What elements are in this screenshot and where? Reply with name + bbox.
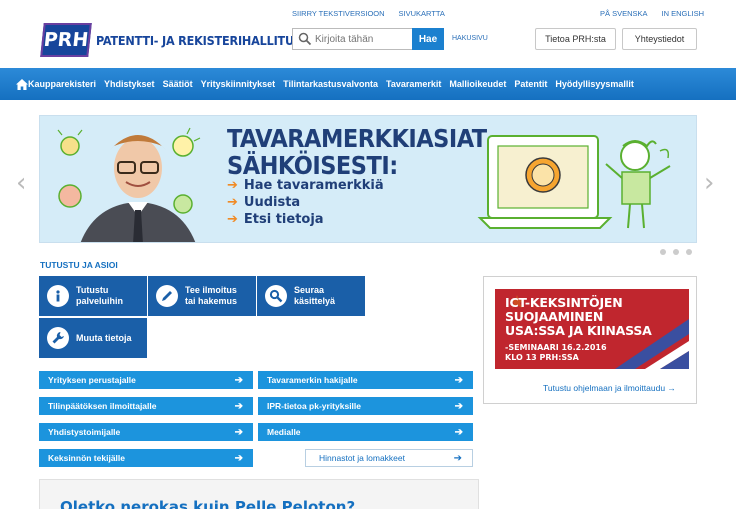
nav-item-hyodyllisyysmallit[interactable]: Hyödyllisyysmallit <box>555 79 634 89</box>
tile-other-info[interactable]: Muuta tietoja <box>39 318 147 358</box>
text-version-link[interactable]: SIIRRY TEKSTIVERSIOON <box>292 9 385 18</box>
pencil-icon <box>156 285 178 307</box>
main-nav: Kaupparekisteri Yhdistykset Säätiöt Yrit… <box>0 68 736 100</box>
arrow-right-icon: ➔ <box>454 426 463 438</box>
carousel-banner[interactable]: TAVARAMERKKIASIAT SÄHKÖISESTI: ➔ Hae tava… <box>39 115 697 243</box>
link-media[interactable]: Medialle ➔ <box>258 423 473 441</box>
carousel-dot[interactable] <box>686 249 692 255</box>
link-trademark-applicant[interactable]: Tavaramerkin hakijalle ➔ <box>258 371 473 389</box>
nav-item-yhdistykset[interactable]: Yhdistykset <box>104 79 155 89</box>
arrow-right-icon: ➔ <box>234 374 243 386</box>
wrench-icon <box>47 327 69 349</box>
carousel-dot[interactable] <box>660 249 666 255</box>
bar-label: Yhdistystoimijalle <box>48 427 121 437</box>
logo-text: PATENTTI- JA REKISTERIHALLITUS <box>96 32 302 48</box>
nav-item-tavaramerkit[interactable]: Tavaramerkit <box>386 79 441 89</box>
bar-label: Medialle <box>267 427 301 437</box>
arrow-right-icon: ➔ <box>234 452 243 464</box>
banner-title-line1: TAVARAMERKKIASIAT <box>227 124 487 153</box>
banner-item-label: Uudista <box>243 195 301 210</box>
about-prh-button[interactable]: Tietoa PRH:sta <box>535 28 616 50</box>
promo-link[interactable]: Tutustu ohjelmaan ja ilmoittaudu → <box>543 383 676 393</box>
banner-item-label: Etsi tietoja <box>243 212 324 227</box>
tile-label: Muuta tietoja <box>76 332 132 343</box>
arrow-right-icon: ➔ <box>227 178 238 193</box>
carousel-dot[interactable] <box>673 249 679 255</box>
nav-item-tilintarkastusvalvonta[interactable]: Tilintarkastusvalvonta <box>283 79 378 89</box>
contact-button[interactable]: Yhteystiedot <box>622 28 697 50</box>
banner-title-line2: SÄHKÖISESTI: <box>227 151 398 180</box>
bar-label: Hinnastot ja lomakkeet <box>319 453 405 463</box>
tile-label: Tutustu palveluihin <box>76 285 124 306</box>
bar-label: Yrityksen perustajalle <box>48 375 136 385</box>
magnifier-icon <box>265 285 287 307</box>
tile-browse-services[interactable]: Tutustu palveluihin <box>39 276 147 316</box>
bar-label: IPR-tietoa pk-yrityksille <box>267 401 362 411</box>
nav-item-yrityskiinnitykset[interactable]: Yrityskiinnitykset <box>201 79 276 89</box>
promo-subtitle: -SEMINAARI 16.2.2016 KLO 13 PRH:SSA <box>505 343 607 362</box>
sitemap-link[interactable]: SIVUKARTTA <box>399 9 445 18</box>
bar-label: Tilinpäätöksen ilmoittajalle <box>48 401 157 411</box>
advanced-search-link[interactable]: HAKUSIVU <box>452 35 488 42</box>
tile-submit-notice[interactable]: Tee ilmoitus tai hakemus <box>148 276 256 316</box>
link-company-founder[interactable]: Yrityksen perustajalle ➔ <box>39 371 253 389</box>
info-icon <box>47 285 69 307</box>
logo[interactable]: PRH PATENTTI- JA REKISTERIHALLITUS <box>40 23 302 57</box>
banner-item-label: Hae tavaramerkkiä <box>243 178 384 193</box>
carousel-dots <box>660 249 692 255</box>
logo-mark: PRH <box>40 23 92 57</box>
english-link[interactable]: IN ENGLISH <box>662 9 705 18</box>
arrow-right-icon: ➔ <box>234 400 243 412</box>
top-links-right: PÅ SVENSKA IN ENGLISH <box>600 9 704 18</box>
search-input[interactable] <box>315 33 411 45</box>
link-ipr-sme[interactable]: IPR-tietoa pk-yrityksille ➔ <box>258 397 473 415</box>
promo-box: ICT-KEKSINTÖJEN SUOJAAMINEN USA:SSA JA K… <box>483 276 697 404</box>
swedish-link[interactable]: PÅ SVENSKA <box>600 9 648 18</box>
seminar-promo[interactable]: ICT-KEKSINTÖJEN SUOJAAMINEN USA:SSA JA K… <box>495 289 689 369</box>
arrow-right-icon: ➔ <box>234 426 243 438</box>
search-button[interactable]: Hae <box>412 28 444 50</box>
search-box <box>292 28 412 50</box>
promo-title: ICT-KEKSINTÖJEN SUOJAAMINEN USA:SSA JA K… <box>505 295 652 338</box>
nav-item-kaupparekisteri[interactable]: Kaupparekisteri <box>28 79 96 89</box>
link-association[interactable]: Yhdistystoimijalle ➔ <box>39 423 253 441</box>
carousel-next-icon[interactable]: › <box>704 168 714 198</box>
section-title: TUTUSTU JA ASIOI <box>40 260 118 270</box>
bar-label: Tavaramerkin hakijalle <box>267 375 358 385</box>
arrow-right-icon: ➔ <box>453 452 462 464</box>
nav-item-saatiot[interactable]: Säätiöt <box>163 79 193 89</box>
tile-label: Seuraa käsittelyä <box>294 285 336 306</box>
tile-track-processing[interactable]: Seuraa käsittelyä <box>257 276 365 316</box>
search-icon <box>298 32 312 46</box>
nav-item-patentit[interactable]: Patentit <box>514 79 547 89</box>
link-financial-statement[interactable]: Tilinpäätöksen ilmoittajalle ➔ <box>39 397 253 415</box>
arrow-right-icon: ➔ <box>227 212 238 227</box>
banner-item: ➔ Etsi tietoja <box>227 212 324 227</box>
banner-item: ➔ Uudista <box>227 195 300 210</box>
bar-label: Keksinnön tekijälle <box>48 453 125 463</box>
arrow-right-icon: ➔ <box>454 374 463 386</box>
top-links-left: SIIRRY TEKSTIVERSIOON SIVUKARTTA <box>292 9 459 18</box>
tile-label: Tee ilmoitus tai hakemus <box>185 285 238 306</box>
link-prices-forms[interactable]: Hinnastot ja lomakkeet ➔ <box>305 449 473 467</box>
link-inventor[interactable]: Keksinnön tekijälle ➔ <box>39 449 253 467</box>
site-header: PRH PATENTTI- JA REKISTERIHALLITUS SIIRR… <box>0 0 736 68</box>
banner-title: TAVARAMERKKIASIAT SÄHKÖISESTI: <box>227 125 487 179</box>
carousel-prev-icon[interactable]: ‹ <box>16 168 26 198</box>
feature-box: Oletko nerokas kuin Pelle Peloton? <box>39 479 479 509</box>
banner-item: ➔ Hae tavaramerkkiä <box>227 178 384 193</box>
feature-heading: Oletko nerokas kuin Pelle Peloton? <box>60 498 356 509</box>
nav-item-mallioikeudet[interactable]: Mallioikeudet <box>449 79 506 89</box>
arrow-right-icon: ➔ <box>454 400 463 412</box>
arrow-right-icon: ➔ <box>227 195 238 210</box>
